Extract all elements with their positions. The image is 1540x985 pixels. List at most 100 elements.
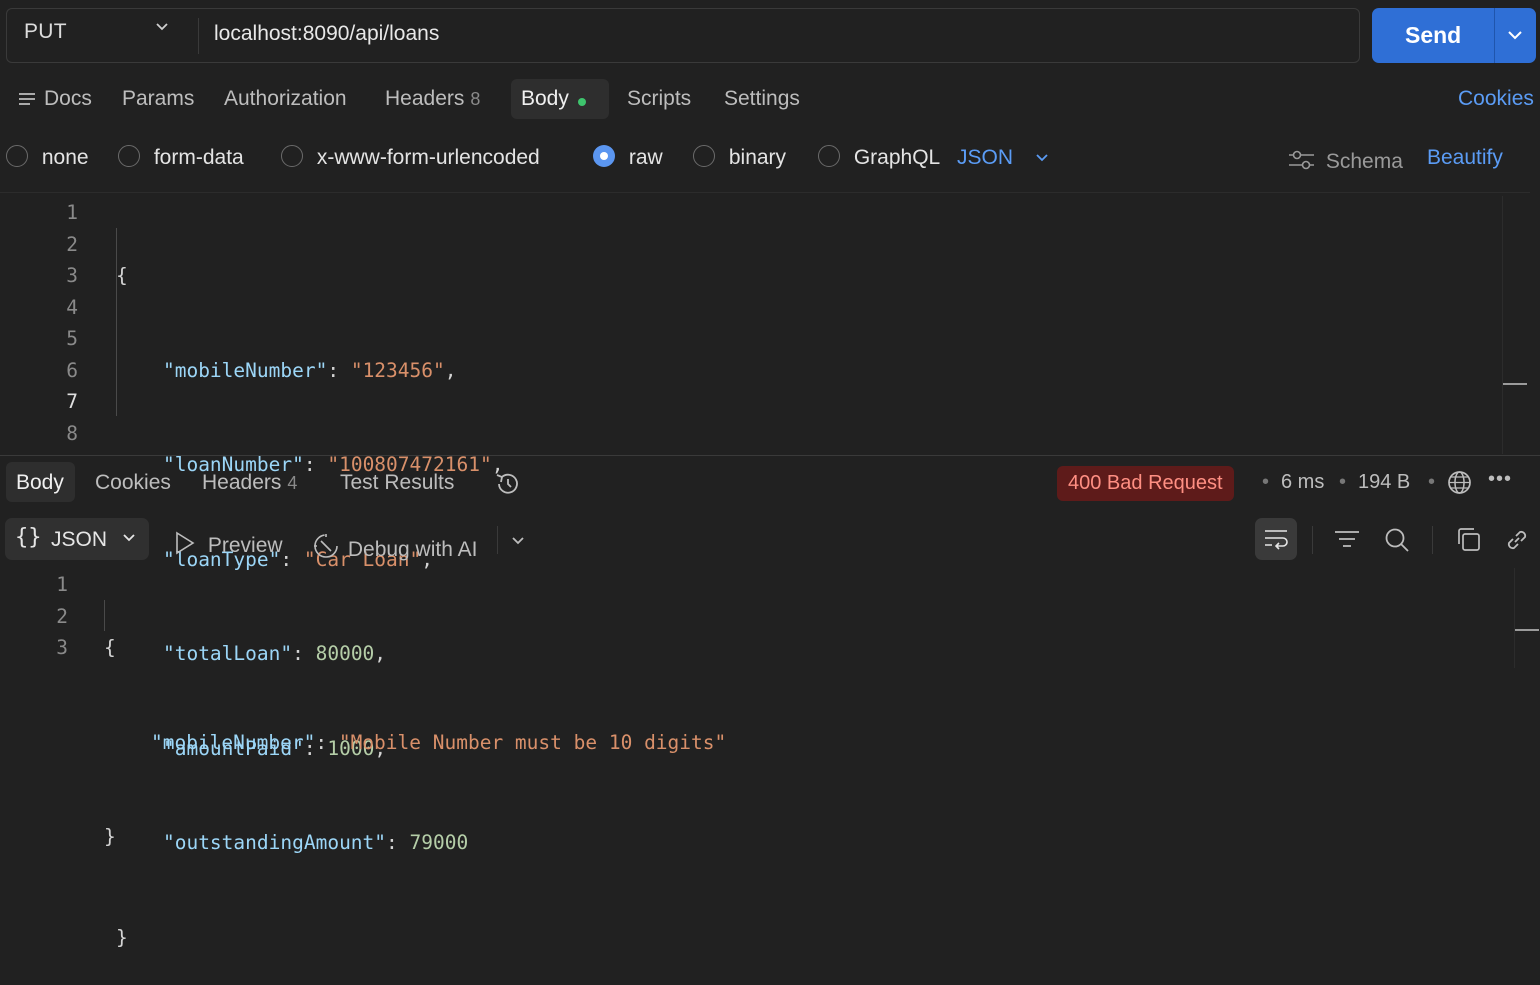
language-select[interactable]: JSON <box>957 146 1049 170</box>
response-tab-test-results[interactable]: Test Results <box>340 471 454 495</box>
braces-icon: {} <box>15 525 42 550</box>
method-select[interactable]: PUT <box>24 20 67 44</box>
language-label: JSON <box>957 146 1014 169</box>
line-number-active: 7 <box>66 390 78 413</box>
request-line-numbers: 1 2 3 4 5 6 7 8 <box>38 197 78 449</box>
dot-separator: • <box>1262 471 1270 493</box>
link-icon[interactable] <box>1503 526 1531 559</box>
response-size[interactable]: 194 B <box>1358 471 1410 494</box>
preview-button[interactable]: Preview <box>174 528 283 558</box>
line-number: 6 <box>66 358 78 382</box>
line-number: 3 <box>66 264 78 287</box>
tab-headers[interactable]: Headers 8 <box>385 87 480 111</box>
radio-label: binary <box>728 146 787 169</box>
radio-label: none <box>41 146 89 169</box>
tab-docs[interactable]: Docs <box>44 87 92 111</box>
cookies-link[interactable]: Cookies <box>1458 87 1534 111</box>
wrap-lines-button[interactable] <box>1255 518 1297 560</box>
debug-with-ai-label: Debug with AI <box>347 538 478 561</box>
toolbar-divider <box>1312 526 1313 554</box>
radio-label: GraphQL <box>853 146 941 169</box>
code-line: { <box>104 636 116 659</box>
dot-separator: • <box>1428 471 1436 493</box>
radio-graphql[interactable]: GraphQL <box>818 145 941 170</box>
chevron-down-icon[interactable] <box>155 20 169 39</box>
line-number: 2 <box>66 232 78 256</box>
line-number: 5 <box>66 327 78 350</box>
response-time[interactable]: 6 ms <box>1281 471 1324 494</box>
response-line-numbers: 1 2 3 <box>28 569 68 664</box>
line-number: 3 <box>56 636 68 659</box>
tab-params[interactable]: Params <box>122 87 194 111</box>
radio-none[interactable]: none <box>6 145 89 170</box>
toolbar-divider <box>1432 526 1433 554</box>
radio-form-data[interactable]: form-data <box>118 145 244 170</box>
tab-headers-label: Headers <box>385 87 465 110</box>
globe-icon[interactable] <box>1447 470 1472 500</box>
send-button[interactable]: Send <box>1372 8 1536 63</box>
toolbar-divider <box>497 526 498 554</box>
send-label: Send <box>1405 22 1462 48</box>
response-tab-body-label: Body <box>16 471 64 494</box>
wrap-lines-icon <box>1265 530 1288 550</box>
status-badge[interactable]: 400 Bad Request <box>1057 466 1234 501</box>
editor-minimap-border <box>1502 196 1503 454</box>
docs-icon <box>18 90 38 115</box>
send-options-chevron-icon[interactable] <box>1502 22 1528 53</box>
dot-separator: • <box>1339 471 1347 493</box>
line-number: 2 <box>56 604 68 628</box>
response-tab-headers[interactable]: Headers 4 <box>202 471 297 495</box>
response-format-select[interactable]: {} JSON <box>5 518 149 560</box>
url-bar <box>6 8 1360 63</box>
url-input[interactable]: localhost:8090/api/loans <box>214 22 439 46</box>
radio-raw[interactable]: raw <box>593 145 663 170</box>
filter-icon[interactable] <box>1334 528 1360 555</box>
response-tab-cookies[interactable]: Cookies <box>95 471 171 495</box>
line-number: 8 <box>66 421 78 445</box>
radio-circle-selected[interactable] <box>593 145 615 168</box>
radio-label: form-data <box>153 146 244 169</box>
radio-urlencoded[interactable]: x-www-form-urlencoded <box>281 145 540 170</box>
radio-binary[interactable]: binary <box>693 145 787 170</box>
editor-top-border <box>0 192 1530 193</box>
response-body-viewer[interactable]: { "mobileNumber": "Mobile Number must be… <box>104 569 726 884</box>
headers-count: 8 <box>470 89 481 109</box>
copy-icon[interactable] <box>1455 526 1482 558</box>
tab-body[interactable]: Body <box>511 79 609 119</box>
response-scrollbar[interactable] <box>1515 629 1539 631</box>
chevron-down-icon[interactable] <box>511 534 525 552</box>
code-line: } <box>104 825 116 848</box>
more-options-icon[interactable]: ••• <box>1488 468 1512 491</box>
line-number: 1 <box>56 573 68 596</box>
search-icon[interactable] <box>1383 526 1411 559</box>
debug-with-ai-button[interactable]: Debug with AI <box>312 528 477 562</box>
history-icon[interactable] <box>494 470 522 503</box>
radio-label: raw <box>628 146 663 169</box>
tab-scripts[interactable]: Scripts <box>627 87 691 111</box>
radio-circle[interactable] <box>281 145 303 168</box>
line-number: 1 <box>66 201 78 224</box>
beautify-button[interactable]: Beautify <box>1427 146 1503 170</box>
response-tab-body[interactable]: Body <box>6 462 75 502</box>
tab-settings[interactable]: Settings <box>724 87 800 111</box>
radio-circle[interactable] <box>818 145 840 168</box>
chevron-down-icon <box>122 531 136 549</box>
radio-circle[interactable] <box>6 145 28 168</box>
editor-scrollbar[interactable] <box>1503 383 1527 385</box>
code-line: "mobileNumber": "123456", <box>162 358 457 382</box>
schema-button[interactable]: Schema <box>1288 146 1403 174</box>
radio-circle[interactable] <box>118 145 140 168</box>
schema-label: Schema <box>1325 150 1403 173</box>
radio-label: x-www-form-urlencoded <box>316 146 540 169</box>
pane-divider[interactable] <box>0 455 1540 456</box>
play-icon <box>174 531 202 560</box>
tab-body-label: Body <box>521 87 569 110</box>
code-line: "mobileNumber": "Mobile Number must be 1… <box>150 730 727 754</box>
sliders-icon <box>1288 150 1322 176</box>
ai-sparkle-icon <box>312 534 346 565</box>
body-modified-dot <box>578 98 586 106</box>
radio-circle[interactable] <box>693 145 715 168</box>
code-line: } <box>116 925 128 949</box>
chevron-down-icon <box>1035 146 1049 169</box>
tab-authorization[interactable]: Authorization <box>224 87 347 111</box>
